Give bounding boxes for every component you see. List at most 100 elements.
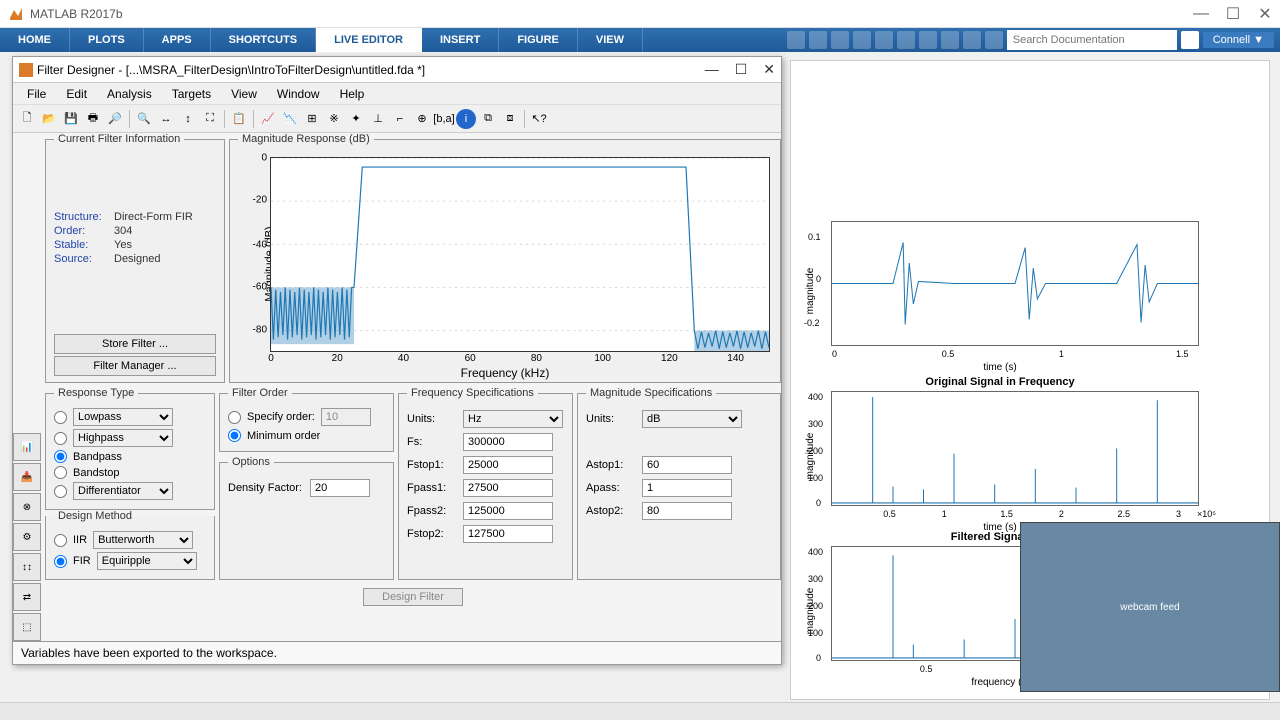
magnitude-spec-panel: Magnitude Specifications Units:dB Astop1… [577,387,781,580]
lowpass-select[interactable]: Lowpass [73,408,173,426]
save-icon[interactable]: 💾 [61,109,81,129]
tab-live-editor[interactable]: LIVE EDITOR [316,28,422,52]
undo-icon[interactable] [919,31,937,49]
fstop1-input[interactable] [463,456,553,474]
mag-xlabel: Frequency (kHz) [461,366,550,380]
copy-icon[interactable] [875,31,893,49]
print-preview-icon[interactable]: 🔎 [105,109,125,129]
zoom-y-icon[interactable]: ↕ [178,109,198,129]
specify-order-input[interactable] [321,408,371,426]
density-factor-input[interactable] [310,479,370,497]
pole-zero-editor-icon[interactable]: ⊗ [13,493,41,521]
step-icon[interactable]: ⌐ [390,109,410,129]
pole-zero-icon[interactable]: ⊕ [412,109,432,129]
menu-help[interactable]: Help [330,87,375,101]
ts-icon-1[interactable] [787,31,805,49]
fpass2-input[interactable] [463,502,553,520]
phase-delay-icon[interactable]: ✦ [346,109,366,129]
radio-fir[interactable] [54,555,67,568]
open-icon[interactable]: 📂 [39,109,59,129]
radio-highpass[interactable] [54,432,67,445]
tab-apps[interactable]: APPS [144,28,211,52]
magest-icon[interactable]: ⧉ [478,109,498,129]
matlab-icon [8,6,24,22]
store-filter-button[interactable]: Store Filter ... [54,334,216,354]
transform-filter-icon[interactable]: ⇄ [13,583,41,611]
radio-minimum-order[interactable] [228,429,241,442]
radio-bandpass[interactable] [54,450,67,463]
zoom-x-icon[interactable]: ↔ [156,109,176,129]
highpass-select[interactable]: Highpass [73,429,173,447]
radio-specify-order[interactable] [228,411,241,424]
group-delay-icon[interactable]: ※ [324,109,344,129]
impulse-icon[interactable]: ⊥ [368,109,388,129]
radio-bandstop[interactable] [54,466,67,479]
user-button[interactable]: Connell ▼ [1203,32,1274,48]
iir-select[interactable]: Butterworth [93,531,193,549]
realize-model-icon[interactable]: ⚙ [13,523,41,551]
info-stable-label: Stable: [54,239,114,251]
menu-file[interactable]: File [17,87,56,101]
fir-select[interactable]: Equiripple [97,552,197,570]
astop2-input[interactable] [642,502,732,520]
filter-manager-button[interactable]: Filter Manager ... [54,356,216,376]
differentiator-select[interactable]: Differentiator [73,482,173,500]
mag-response-icon[interactable]: 📈 [258,109,278,129]
full-view-icon[interactable]: ⛶ [200,109,220,129]
tab-figure[interactable]: FIGURE [499,28,578,52]
design-filter-icon[interactable]: 📊 [13,433,41,461]
spec-icon[interactable]: 📋 [229,109,249,129]
info-source-label: Source: [54,253,114,265]
freq-units-select[interactable]: Hz [463,410,563,428]
coefficients-icon[interactable]: [b,a] [434,109,454,129]
mag-phase-icon[interactable]: ⊞ [302,109,322,129]
fpass1-input[interactable] [463,479,553,497]
radio-iir[interactable] [54,534,67,547]
zoom-in-icon[interactable]: 🔍 [134,109,154,129]
paste-icon[interactable] [897,31,915,49]
close-button[interactable]: ✕ [1258,7,1272,21]
print-icon[interactable]: 🖶 [83,109,103,129]
fd-maximize-button[interactable]: ☐ [735,61,748,78]
fs-input[interactable] [463,433,553,451]
new-icon[interactable]: 🗋 [17,109,37,129]
set-quantization-icon[interactable]: ⬚ [13,613,41,641]
ts-icon-9[interactable] [963,31,981,49]
maximize-button[interactable]: ☐ [1226,7,1240,21]
apass-input[interactable] [642,479,732,497]
phase-response-icon[interactable]: 📉 [280,109,300,129]
menu-targets[interactable]: Targets [162,87,221,101]
cut-icon[interactable] [853,31,871,49]
context-help-icon[interactable]: ↖? [529,109,549,129]
ts-icon-2[interactable] [809,31,827,49]
tab-insert[interactable]: INSERT [422,28,499,52]
info-icon[interactable]: i [456,109,476,129]
radio-differentiator[interactable] [54,485,67,498]
search-icon[interactable] [1181,31,1199,49]
search-input[interactable] [1007,30,1177,50]
minimize-button[interactable]: — [1194,7,1208,21]
roundoff-icon[interactable]: ⧈ [500,109,520,129]
menu-analysis[interactable]: Analysis [97,87,162,101]
tab-view[interactable]: VIEW [578,28,643,52]
multirate-icon[interactable]: ↕↕ [13,553,41,581]
radio-lowpass[interactable] [54,411,67,424]
fd-minimize-button[interactable]: — [705,61,719,78]
tab-shortcuts[interactable]: SHORTCUTS [211,28,316,52]
tab-home[interactable]: HOME [0,28,70,52]
menu-view[interactable]: View [221,87,267,101]
fd-close-button[interactable]: ✕ [763,61,775,78]
redo-icon[interactable] [941,31,959,49]
astop1-input[interactable] [642,456,732,474]
import-filter-icon[interactable]: 📥 [13,463,41,491]
fstop2-input[interactable] [463,525,553,543]
menu-edit[interactable]: Edit [56,87,97,101]
help-icon[interactable] [985,31,1003,49]
options-panel: Options Density Factor: [219,456,394,580]
tab-plots[interactable]: PLOTS [70,28,144,52]
mag-units-select[interactable]: dB [642,410,742,428]
menu-window[interactable]: Window [267,87,330,101]
save-icon[interactable] [831,31,849,49]
design-filter-button[interactable]: Design Filter [363,588,463,606]
info-structure-value: Direct-Form FIR [114,211,193,223]
